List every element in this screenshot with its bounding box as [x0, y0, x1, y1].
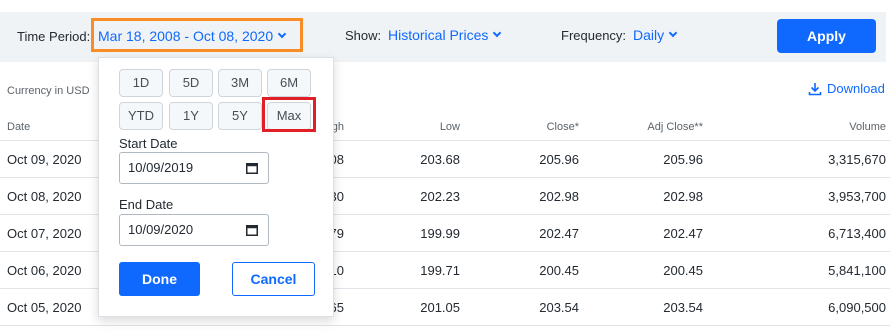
cell-low: 201.05	[420, 300, 460, 315]
download-label: Download	[827, 81, 885, 96]
cell-close: 202.98	[539, 189, 579, 204]
frequency-value: Daily	[633, 27, 665, 43]
cell-adj-close: 202.98	[663, 189, 703, 204]
end-date-input[interactable]: 10/09/2020	[119, 214, 269, 246]
cell-low: 203.68	[420, 152, 460, 167]
cell-date: Oct 08, 2020	[7, 189, 82, 204]
cell-date: Oct 07, 2020	[7, 226, 82, 241]
range-ytd-button[interactable]: YTD	[119, 102, 163, 130]
cell-low: 199.99	[420, 226, 460, 241]
max-highlight	[262, 97, 316, 132]
cancel-button[interactable]: Cancel	[232, 262, 315, 296]
range-5d-button[interactable]: 5D	[169, 69, 213, 97]
header-close: Close*	[546, 121, 579, 133]
start-date-label: Start Date	[119, 136, 178, 151]
time-period-dropdown[interactable]: Mar 18, 2008 - Oct 08, 2020	[98, 28, 287, 44]
cell-volume: 3,315,670	[828, 152, 886, 167]
date-range-popup: 1D 5D 3M 6M YTD 1Y 5Y Max Start Date 10/…	[98, 57, 334, 317]
cell-date: Oct 09, 2020	[7, 152, 82, 167]
end-date-label: End Date	[119, 197, 174, 212]
cell-date: Oct 06, 2020	[7, 263, 82, 278]
chevron-down-icon	[277, 29, 287, 39]
filter-bar: Time Period: Mar 18, 2008 - Oct 08, 2020…	[0, 12, 886, 62]
range-3m-button[interactable]: 3M	[218, 69, 262, 97]
show-dropdown[interactable]: Historical Prices	[388, 27, 502, 43]
range-1y-button[interactable]: 1Y	[169, 102, 213, 130]
cell-volume: 3,953,700	[828, 189, 886, 204]
cell-close: 205.96	[539, 152, 579, 167]
time-period-label: Time Period:	[17, 29, 91, 44]
cell-close: 200.45	[539, 263, 579, 278]
cell-adj-close: 205.96	[663, 152, 703, 167]
calendar-icon[interactable]	[246, 162, 258, 174]
show-label: Show:	[345, 28, 382, 43]
time-period-value: Mar 18, 2008 - Oct 08, 2020	[98, 28, 274, 44]
header-date: Date	[7, 121, 31, 133]
cell-low: 199.71	[420, 263, 460, 278]
currency-note: Currency in USD	[7, 85, 90, 97]
cell-adj-close: 200.45	[663, 263, 703, 278]
header-low: Low	[439, 121, 460, 133]
cell-volume: 6,713,400	[828, 226, 886, 241]
cell-date: Oct 05, 2020	[7, 300, 82, 315]
frequency-dropdown[interactable]: Daily	[633, 27, 678, 43]
range-6m-button[interactable]: 6M	[267, 69, 311, 97]
cell-close: 203.54	[539, 300, 579, 315]
header-adj-close: Adj Close**	[647, 121, 703, 133]
end-date-value: 10/09/2020	[128, 222, 194, 237]
done-button[interactable]: Done	[119, 262, 200, 296]
header-volume: Volume	[849, 121, 886, 133]
range-1d-button[interactable]: 1D	[119, 69, 163, 97]
chevron-down-icon	[493, 28, 502, 38]
range-5y-button[interactable]: 5Y	[218, 102, 262, 130]
cell-adj-close: 202.47	[663, 226, 703, 241]
chevron-down-icon	[668, 28, 678, 38]
calendar-icon[interactable]	[246, 224, 258, 236]
cell-volume: 6,090,500	[828, 300, 886, 315]
start-date-input[interactable]: 10/09/2019	[119, 152, 269, 184]
download-icon	[808, 82, 822, 95]
start-date-value: 10/09/2019	[128, 160, 194, 175]
cell-adj-close: 203.54	[663, 300, 703, 315]
apply-button[interactable]: Apply	[777, 19, 876, 53]
download-link[interactable]: Download	[808, 81, 885, 96]
cell-low: 202.23	[420, 189, 460, 204]
cell-volume: 5,841,100	[828, 263, 886, 278]
frequency-label: Frequency:	[561, 28, 627, 43]
show-value: Historical Prices	[388, 27, 489, 43]
cell-close: 202.47	[539, 226, 579, 241]
